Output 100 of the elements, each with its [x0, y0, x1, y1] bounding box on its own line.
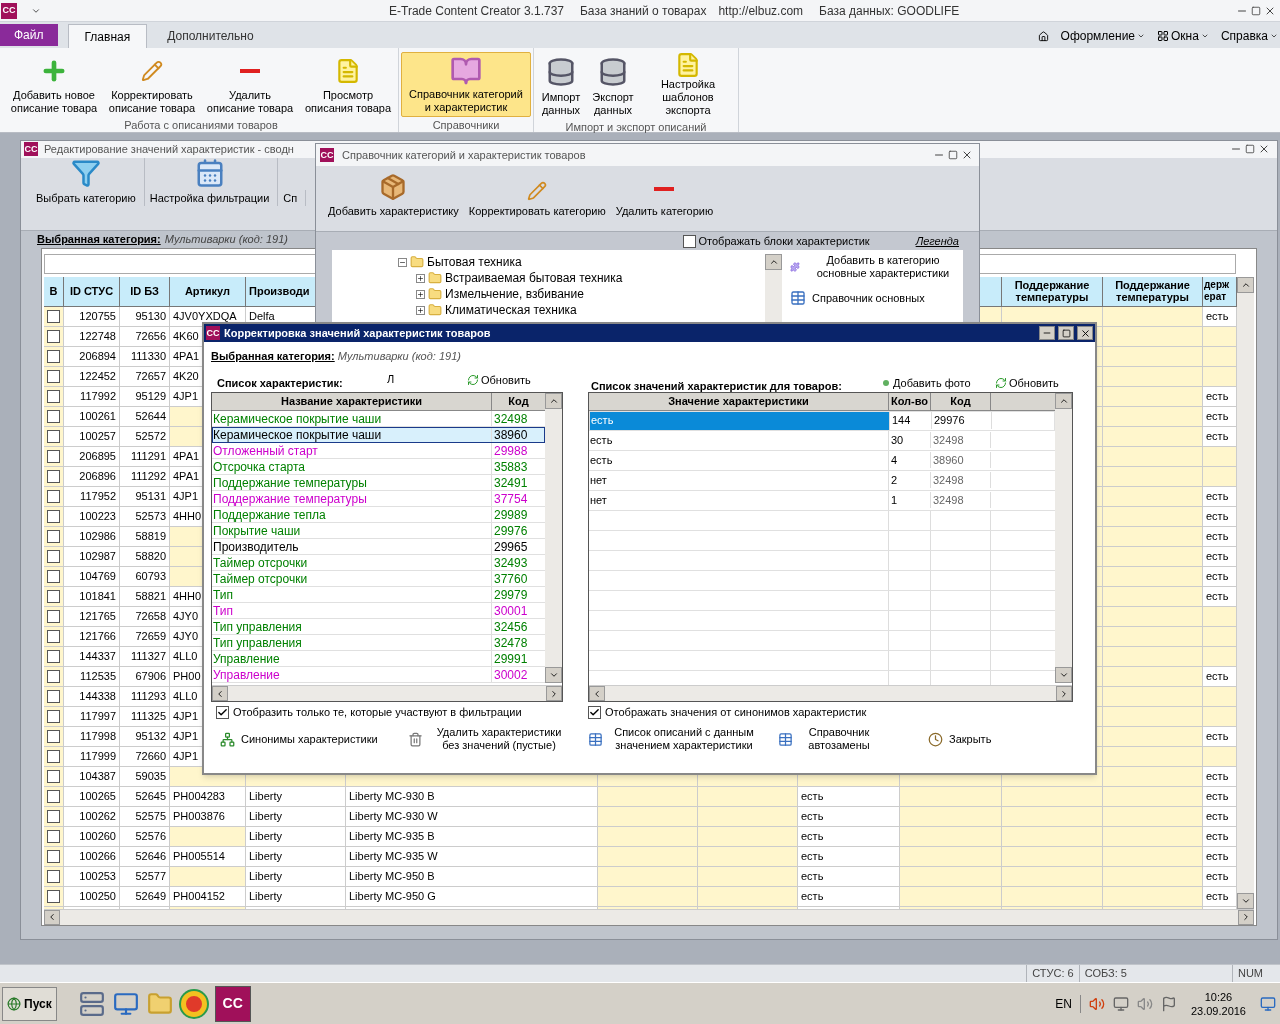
- column-header[interactable]: Кол-во: [889, 393, 931, 410]
- ribbon-tab[interactable]: Дополнительно: [151, 24, 270, 48]
- table-cell-text: 59035: [135, 768, 166, 784]
- ribbon-button[interactable]: Экспорт данных: [588, 52, 638, 119]
- table-cell-text: 101841: [79, 588, 116, 604]
- side-action-button[interactable]: Добавить в категорию основные характеристики: [790, 254, 960, 280]
- table-row[interactable]: Покрытие чаши 29976: [212, 523, 545, 539]
- ribbon-button[interactable]: Удалить описание товара: [202, 52, 298, 117]
- column-header[interactable]: Артикул: [170, 276, 246, 307]
- table-cell-text: 52575: [135, 808, 166, 824]
- table-cell-text: 4K60: [173, 328, 199, 344]
- table-row[interactable]: нет 1 32498: [589, 490, 1055, 511]
- dialog-button[interactable]: Список описаний с данным значением характеристики: [588, 726, 759, 752]
- table-row[interactable]: Отсрочка старта 35883: [212, 459, 545, 475]
- dialog-button[interactable]: Удалить характеристики без значений (пустые): [408, 726, 569, 752]
- table-row[interactable]: Керамическое покрытие чаши 38960: [212, 427, 545, 443]
- table-row[interactable]: Таймер отсрочки 32493: [212, 555, 545, 571]
- ribbon-menu[interactable]: Справка: [1220, 27, 1278, 45]
- legend-link[interactable]: Легенда: [915, 232, 959, 250]
- table-row[interactable]: Поддержание температуры 32491: [212, 475, 545, 491]
- add-photo-button[interactable]: Добавить фото: [883, 374, 995, 392]
- dialog-button[interactable]: Закрыть: [928, 731, 992, 747]
- table-cell-text: есть: [801, 868, 824, 884]
- column-header[interactable]: Название характеристики: [212, 393, 492, 410]
- table-cell-text: 52646: [135, 848, 166, 864]
- column-header[interactable]: ID СТУС: [64, 276, 120, 307]
- refresh-button[interactable]: Обновить: [467, 371, 531, 389]
- characteristic-name: Управление: [213, 666, 280, 684]
- toolbar-button[interactable]: Настройка фильтрации: [146, 157, 279, 206]
- count-cell: 4: [889, 451, 931, 469]
- table-cell-text: 67906: [135, 668, 166, 684]
- file-menu-button[interactable]: Файл: [0, 24, 58, 46]
- table-cell-text: 95129: [135, 388, 166, 404]
- table-cell-text: есть: [1206, 508, 1229, 524]
- ribbon-button[interactable]: Корректировать описание товара: [104, 52, 200, 117]
- ribbon-button[interactable]: Добавить новое описание товара: [6, 52, 102, 117]
- ribbon-button[interactable]: Импорт данных: [536, 52, 586, 119]
- table-row[interactable]: Тип управления 32456: [212, 619, 545, 635]
- table-row[interactable]: нет 2 32498: [589, 470, 1055, 491]
- table-row[interactable]: Тип 29979: [212, 587, 545, 603]
- website-link[interactable]: http://elbuz.com: [718, 1, 804, 20]
- column-header[interactable]: держ ерат: [1203, 276, 1237, 307]
- ribbon-tab[interactable]: Главная: [67, 24, 148, 48]
- ribbon-menu[interactable]: Окна: [1157, 27, 1209, 45]
- dialog-button[interactable]: Синонимы характеристики: [220, 731, 378, 747]
- column-header[interactable]: Значение характеристики: [589, 393, 889, 410]
- table-row[interactable]: есть 30 32498: [589, 430, 1055, 451]
- column-header[interactable]: ID БЗ: [120, 276, 170, 307]
- tree-item[interactable]: Климатическая техника: [445, 301, 577, 319]
- language-indicator[interactable]: EN: [1055, 994, 1081, 1013]
- table-row[interactable]: Таймер отсрочки 37760: [212, 571, 545, 587]
- table-row[interactable]: Тип 30001: [212, 603, 545, 619]
- tree-item[interactable]: Измельчение, взбивание: [445, 285, 584, 303]
- tree-item[interactable]: Бытовая техника: [427, 253, 522, 271]
- table-cell-text: Liberty: [249, 788, 283, 804]
- table-cell-text: 58821: [135, 588, 166, 604]
- table-row[interactable]: есть 144 29976: [589, 410, 1055, 431]
- column-header[interactable]: Код: [492, 393, 545, 410]
- table-cell-text: 206895: [79, 448, 116, 464]
- characteristic-name: Таймер отсрочки: [213, 554, 308, 572]
- table-row[interactable]: Управление 29991: [212, 651, 545, 667]
- column-header[interactable]: В: [44, 276, 64, 307]
- table-row[interactable]: Поддержание температуры 37754: [212, 491, 545, 507]
- app-taskbar-button[interactable]: CC: [214, 985, 251, 1022]
- table-cell-text: 58819: [135, 528, 166, 544]
- checkbox-label: Отображать значения от синонимов характеристик: [605, 704, 867, 720]
- table-row[interactable]: Отложенный старт 29988: [212, 443, 545, 459]
- ribbon-menu[interactable]: Оформление: [1060, 27, 1146, 45]
- start-button[interactable]: Пуск: [2, 986, 57, 1021]
- table-cell-text: 121766: [79, 628, 116, 644]
- ribbon-button[interactable]: Настройка шаблонов экспорта: [640, 52, 736, 119]
- table-row[interactable]: Тип управления 32478: [212, 635, 545, 651]
- toolbar-button[interactable]: Сп: [280, 189, 307, 206]
- table-cell-text: есть: [801, 828, 824, 844]
- table-cell-text: есть: [1206, 568, 1229, 584]
- tree-item[interactable]: Встраиваемая бытовая техника: [445, 269, 623, 287]
- toolbar-button[interactable]: Корректировать категорию: [468, 180, 606, 219]
- table-row[interactable]: Поддержание тепла 29989: [212, 507, 545, 523]
- toolbar-button[interactable]: Выбрать категорию: [33, 157, 145, 206]
- toolbar-button[interactable]: Добавить характеристику: [328, 172, 459, 219]
- characteristic-code: 32498: [494, 410, 528, 428]
- table-cell-text: 4JP1: [173, 748, 199, 764]
- code-cell: 32498: [931, 471, 991, 489]
- ribbon-button[interactable]: Справочник категорий и характеристик: [401, 52, 531, 117]
- toolbar-button[interactable]: Удалить категорию: [615, 176, 714, 219]
- refresh-button[interactable]: Обновить: [995, 374, 1059, 392]
- table-row[interactable]: есть 4 38960: [589, 450, 1055, 471]
- characteristic-code: 30002: [494, 666, 528, 684]
- table-row[interactable]: Управление 30002: [212, 667, 545, 683]
- characteristic-code: 29976: [494, 522, 528, 540]
- table-cell-text: 104387: [79, 768, 116, 784]
- column-header[interactable]: Код: [931, 393, 991, 410]
- side-action-button[interactable]: Справочник основных: [790, 290, 960, 306]
- table-cell-text: 121765: [79, 608, 116, 624]
- column-header[interactable]: Поддержание температуры: [1002, 276, 1103, 307]
- dialog-button[interactable]: Справочник автозамены: [778, 726, 879, 752]
- clock-date: 23.09.2016: [1190, 1003, 1246, 1018]
- column-header[interactable]: Поддержание температуры: [1103, 276, 1203, 307]
- table-row[interactable]: Производитель 29965: [212, 539, 545, 555]
- ribbon-button[interactable]: Просмотр описания товара: [300, 52, 396, 117]
